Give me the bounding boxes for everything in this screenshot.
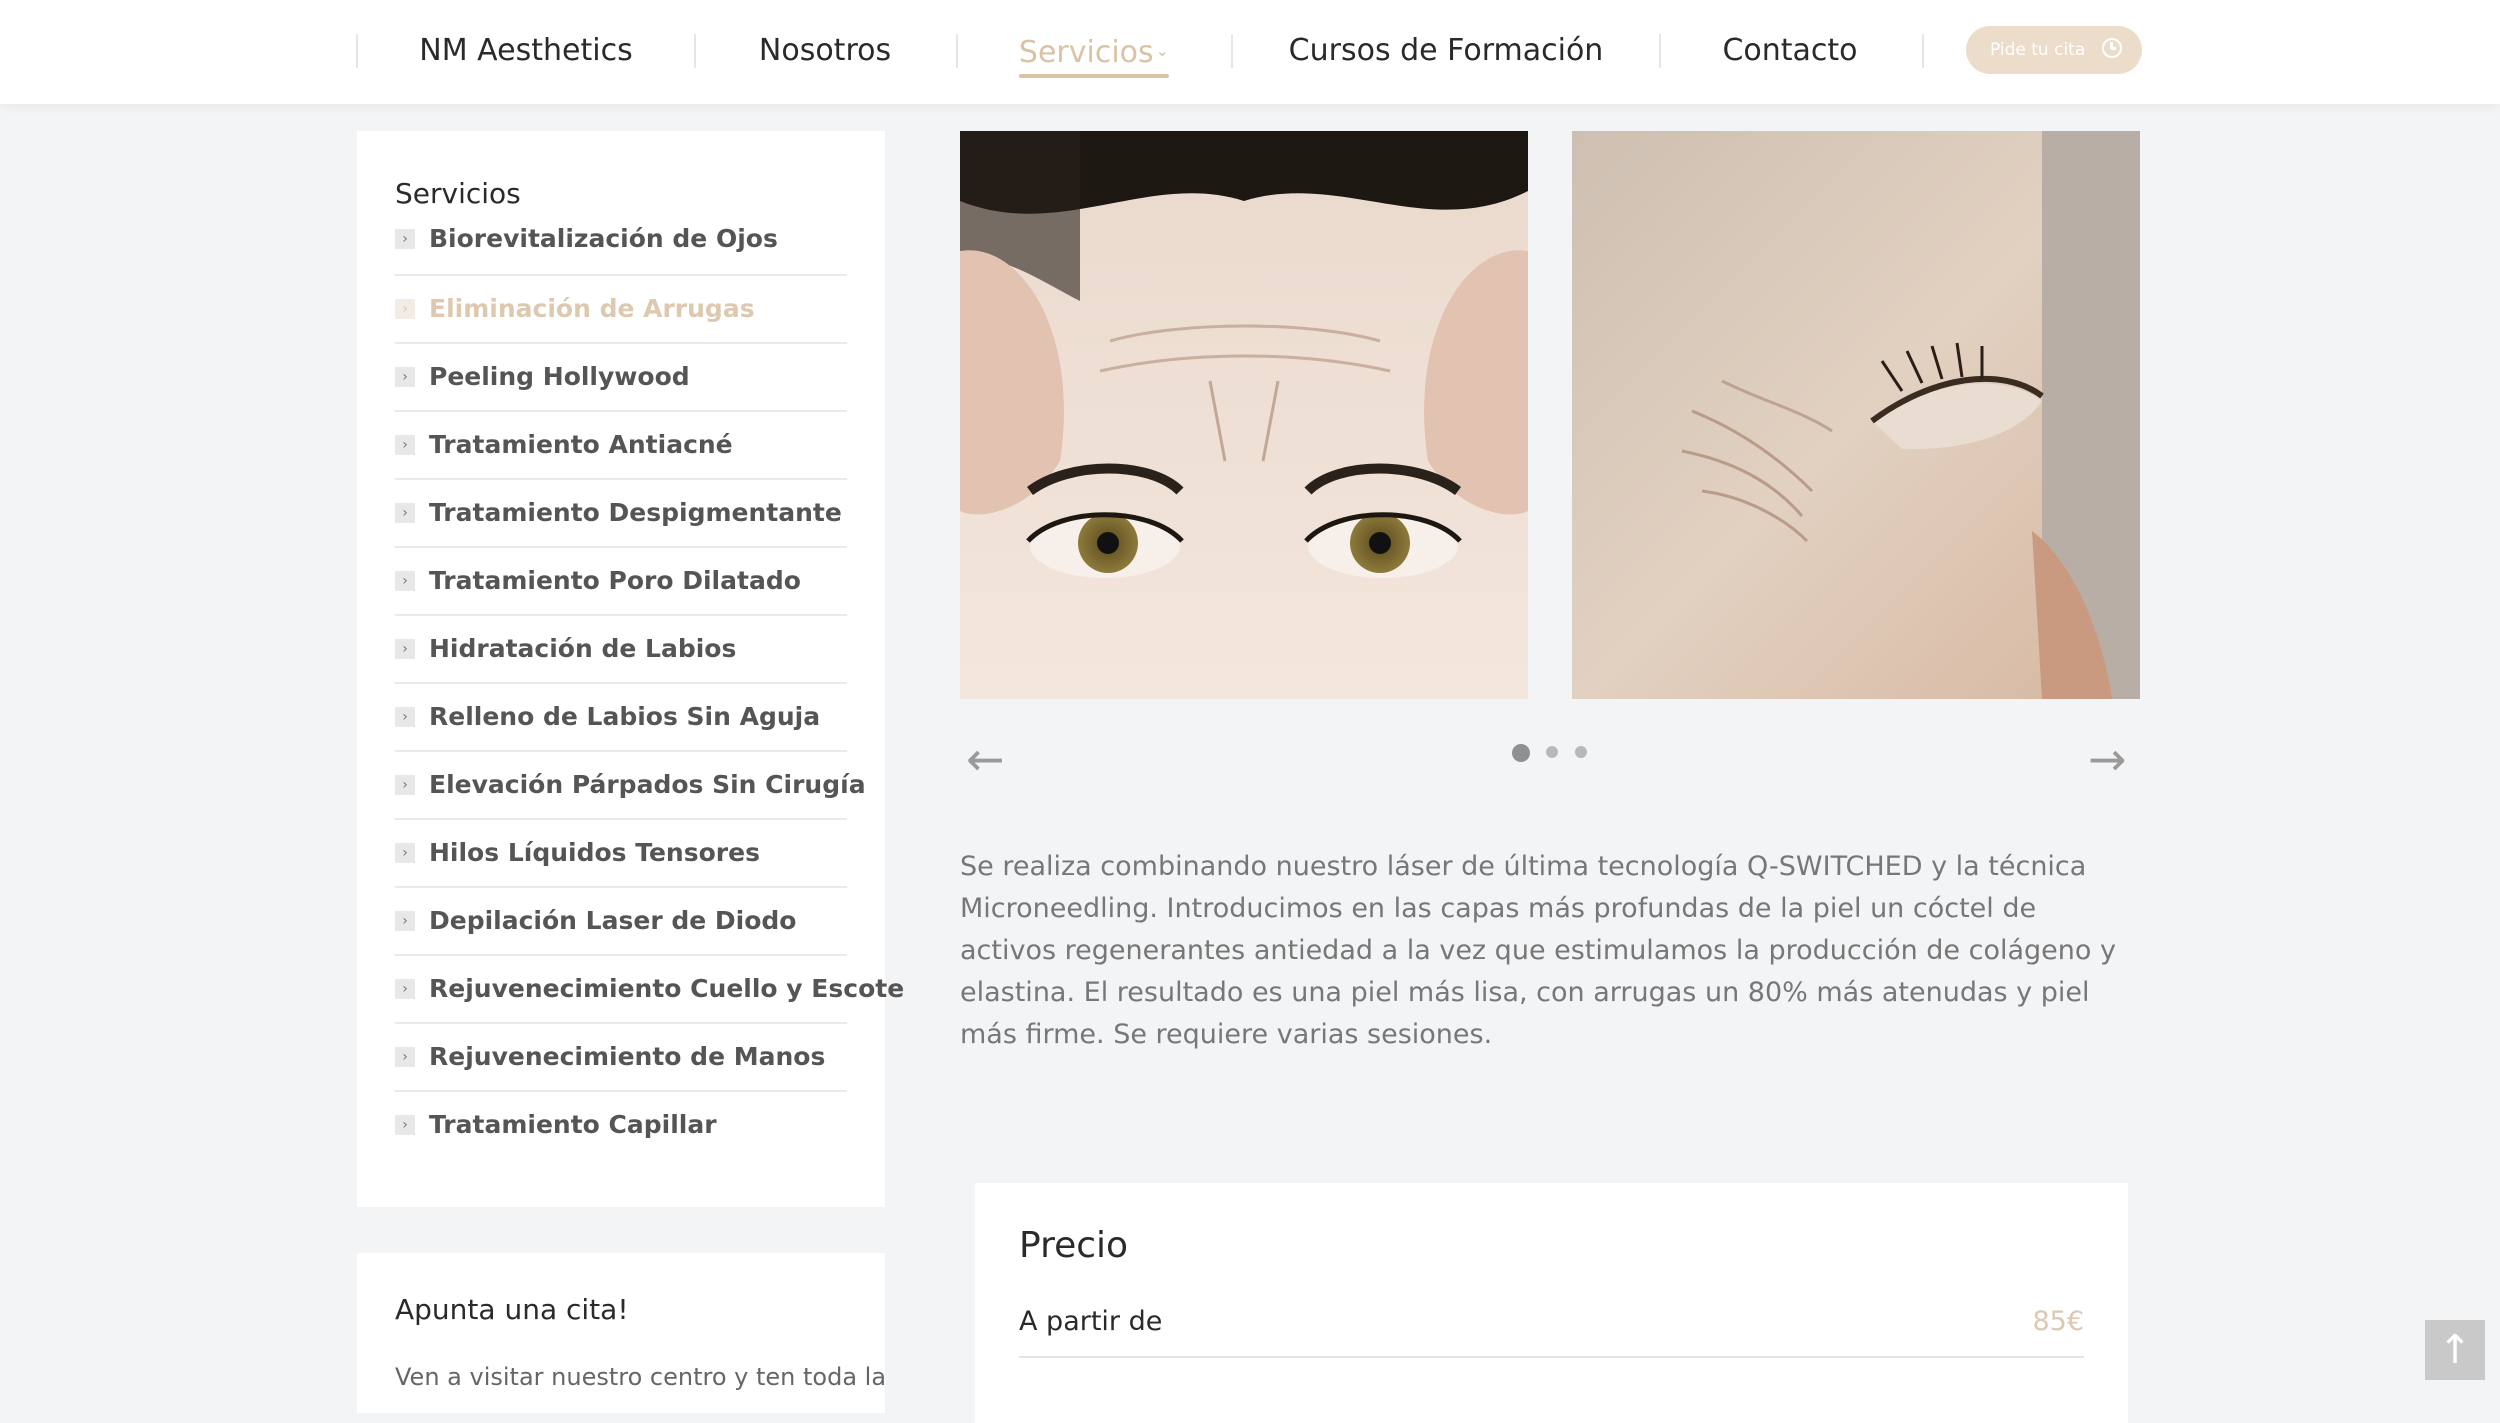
sidebar-service-item[interactable]: › Hilos Líquidos Tensores [395, 818, 847, 886]
appointment-widget: Apunta una cita! Ven a visitar nuestro c… [357, 1253, 887, 1413]
chevron-right-icon: › [395, 911, 415, 931]
sidebar-service-label: Tratamiento Capillar [429, 1110, 717, 1139]
book-appointment-button[interactable]: Pide tu cita [1966, 26, 2142, 74]
chevron-right-icon: › [395, 775, 415, 795]
nav-separator [1231, 34, 1233, 68]
sidebar-service-label: Eliminación de Arrugas [429, 294, 755, 323]
appointment-widget-text: Ven a visitar nuestro centro y ten toda … [395, 1363, 887, 1391]
appointment-widget-title: Apunta una cita! [395, 1293, 629, 1326]
sidebar-service-label: Tratamiento Antiacné [429, 430, 733, 459]
sidebar-service-label: Biorevitalización de Ojos [429, 224, 778, 253]
sidebar-service-label: Rejuvenecimiento de Manos [429, 1042, 826, 1071]
chevron-right-icon: › [395, 229, 415, 249]
sidebar-service-item[interactable]: › Tratamiento Antiacné [395, 410, 847, 478]
sidebar-service-item[interactable]: › Rejuvenecimiento de Manos [395, 1022, 847, 1090]
site-header: NM Aesthetics Nosotros Servicios ⌄ Cursos… [0, 0, 2500, 104]
chevron-right-icon: › [395, 707, 415, 727]
sidebar-service-item[interactable]: › Tratamiento Capillar [395, 1090, 847, 1158]
price-divider [1019, 1356, 2084, 1358]
chevron-right-icon: › [395, 503, 415, 523]
price-label: A partir de [1019, 1306, 1163, 1337]
forehead-wrinkles-photo [960, 131, 1528, 699]
sidebar-service-item[interactable]: › Hidratación de Labios [395, 614, 847, 682]
sidebar-service-item[interactable]: › Elevación Párpados Sin Cirugía [395, 750, 866, 818]
sidebar-service-item[interactable]: › Relleno de Labios Sin Aguja [395, 682, 847, 750]
back-to-top-button[interactable]: ↑ [2425, 1320, 2485, 1380]
sidebar-service-label: Tratamiento Poro Dilatado [429, 566, 801, 595]
services-widget: Servicios › Biorevitalización de Ojos › Eli… [357, 131, 904, 1207]
chevron-down-icon: ⌄ [1155, 41, 1170, 60]
sidebar-service-label: Rejuvenecimiento Cuello y Escote [429, 974, 905, 1003]
sidebar-service-label: Peeling Hollywood [429, 362, 690, 391]
chevron-right-icon: › [395, 367, 415, 387]
nav-separator [1659, 34, 1661, 68]
carousel-dot-1[interactable] [1512, 744, 1530, 762]
carousel-dot-3[interactable] [1575, 746, 1587, 758]
price-title: Precio [1019, 1225, 1129, 1266]
sidebar-service-item[interactable]: › Rejuvenecimiento Cuello y Escote [395, 954, 904, 1022]
chevron-right-icon: › [395, 843, 415, 863]
sidebar-service-item[interactable]: › Eliminación de Arrugas [395, 274, 847, 342]
sidebar-service-label: Tratamiento Despigmentante [429, 498, 842, 527]
chevron-right-icon: › [395, 571, 415, 591]
sidebar-service-item[interactable]: › Tratamiento Despigmentante [395, 478, 847, 546]
price-card: Precio A partir de 85€ [975, 1183, 2128, 1423]
chevron-right-icon: › [395, 639, 415, 659]
service-description: Se realiza combinando nuestro láser de ú… [960, 851, 2116, 1050]
carousel-image-forehead-wrinkles [960, 131, 1528, 699]
nav-separator [1922, 34, 1924, 68]
sidebar-service-label: Elevación Párpados Sin Cirugía [429, 770, 866, 799]
clock-icon [2102, 38, 2122, 58]
nav-item-servicios-label: Servicios [1018, 35, 1154, 70]
nav-separator [956, 34, 958, 68]
sidebar-service-label: Depilación Laser de Diodo [429, 906, 797, 935]
sidebar-service-item[interactable]: › Peeling Hollywood [395, 342, 847, 410]
book-appointment-label: Pide tu cita [1990, 40, 2086, 60]
nav-separator [356, 34, 358, 68]
price-value: 85€ [2032, 1306, 2084, 1337]
eye-profile-photo [1572, 131, 2140, 699]
sidebar-service-label: Relleno de Labios Sin Aguja [429, 702, 821, 731]
active-underline [1018, 74, 1170, 78]
chevron-right-icon: › [395, 435, 415, 455]
carousel-prev-arrow-icon[interactable]: ← [966, 735, 1014, 783]
nav-item-nosotros[interactable]: Nosotros [759, 26, 891, 76]
chevron-right-icon: › [395, 299, 415, 319]
chevron-right-icon: › [395, 1115, 415, 1135]
carousel-next-arrow-icon[interactable]: → [2088, 735, 2136, 783]
nav-item-servicios[interactable]: Servicios ⌄ [1018, 26, 1170, 78]
nav-separator [694, 34, 696, 68]
sidebar-service-label: Hilos Líquidos Tensores [429, 838, 760, 867]
sidebar-service-label: Hidratación de Labios [429, 634, 737, 663]
nav-item-cursos[interactable]: Cursos de Formación [1289, 26, 1604, 76]
arrow-up-icon: ↑ [2438, 1327, 2472, 1373]
carousel-image-eye-crows-feet [1572, 131, 2140, 699]
services-list: › Biorevitalización de Ojos › Eliminación d… [395, 206, 904, 1158]
carousel-dot-2[interactable] [1546, 746, 1558, 758]
nav-item-home[interactable]: NM Aesthetics [419, 26, 632, 76]
chevron-right-icon: › [395, 979, 415, 999]
sidebar-service-item[interactable]: › Tratamiento Poro Dilatado [395, 546, 847, 614]
sidebar-service-item[interactable]: › Depilación Laser de Diodo [395, 886, 847, 954]
nav-item-contacto[interactable]: Contacto [1722, 26, 1857, 76]
sidebar-service-item[interactable]: › Biorevitalización de Ojos [395, 206, 847, 274]
chevron-right-icon: › [395, 1047, 415, 1067]
